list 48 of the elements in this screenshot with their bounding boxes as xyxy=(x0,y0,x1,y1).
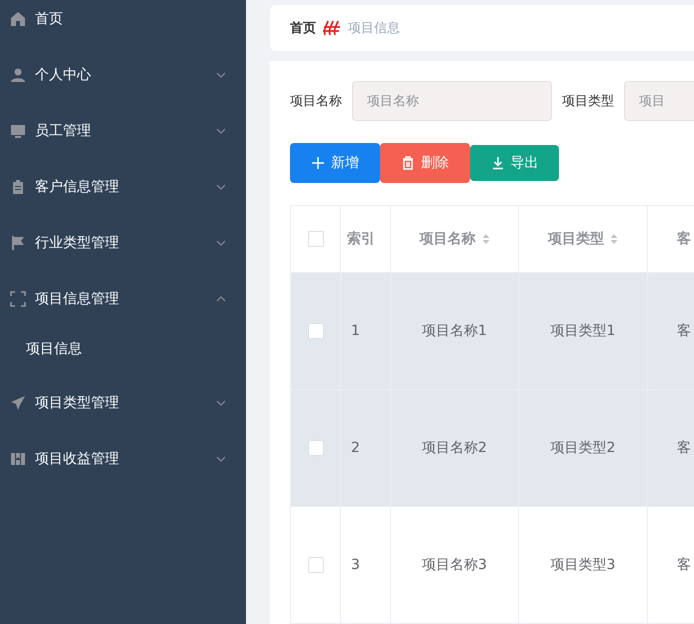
trash-icon xyxy=(401,156,415,170)
field-label: 项目名称 xyxy=(290,93,342,110)
breadcrumb-link[interactable]: 首页 xyxy=(290,19,316,37)
menu-item[interactable]: 首页 xyxy=(0,0,246,47)
table-cell: 客 xyxy=(677,557,691,573)
table-row[interactable]: 1 项目名称1 项目类型1 客 xyxy=(290,272,694,390)
menu-item[interactable]: 客户信息管理 xyxy=(0,159,246,215)
table-cell: 项目名称1 xyxy=(422,323,487,339)
flag-icon xyxy=(10,235,26,251)
search-field[interactable]: 项目 xyxy=(624,81,694,121)
download-icon xyxy=(490,156,504,170)
table-cell: 1 xyxy=(351,323,360,339)
column-header: 客 xyxy=(677,230,691,248)
separator-icon xyxy=(322,19,342,37)
checkbox[interactable] xyxy=(308,440,324,456)
table-cell: 项目类型1 xyxy=(550,323,616,339)
table-cell: 项目类型3 xyxy=(550,557,616,573)
table-cell: 3 xyxy=(351,557,360,573)
sort-icon xyxy=(482,233,490,245)
table-row[interactable]: 2 项目名称2 项目类型2 客 xyxy=(290,390,694,506)
user-icon xyxy=(10,67,26,83)
table-cell: 客 xyxy=(677,440,691,456)
menu-item[interactable]: 个人中心 xyxy=(0,47,246,103)
checkbox[interactable] xyxy=(308,231,324,248)
search-field[interactable]: 项目名称 xyxy=(352,81,552,121)
checkbox[interactable] xyxy=(308,557,324,574)
add-button[interactable]: 新增 xyxy=(290,143,380,183)
home-icon xyxy=(10,11,26,27)
table-cell: 客 xyxy=(677,323,691,339)
column-header: 索引 xyxy=(347,230,375,249)
field-label: 项目类型 xyxy=(562,93,614,110)
table-cell: 项目名称3 xyxy=(422,557,487,573)
table-cell: 2 xyxy=(351,440,360,456)
menu-item[interactable]: 项目类型管理 xyxy=(0,375,246,431)
clipboard-icon xyxy=(10,179,26,195)
menu-item[interactable]: 行业类型管理 xyxy=(0,215,246,271)
monitor-icon xyxy=(10,123,26,139)
sort-icon xyxy=(610,233,618,245)
plus-icon xyxy=(311,156,325,170)
book-icon xyxy=(10,451,26,467)
table-cell: 项目类型2 xyxy=(550,440,616,456)
menu-item[interactable]: 员工管理 xyxy=(0,103,246,159)
menu-item[interactable]: 项目收益管理 xyxy=(0,431,246,487)
corners-icon xyxy=(10,291,26,307)
plane-icon xyxy=(10,395,26,411)
table-row[interactable]: 3 项目名称3 项目类型3 客 xyxy=(290,506,694,624)
table-cell: 项目名称2 xyxy=(422,440,487,456)
checkbox[interactable] xyxy=(308,323,324,340)
